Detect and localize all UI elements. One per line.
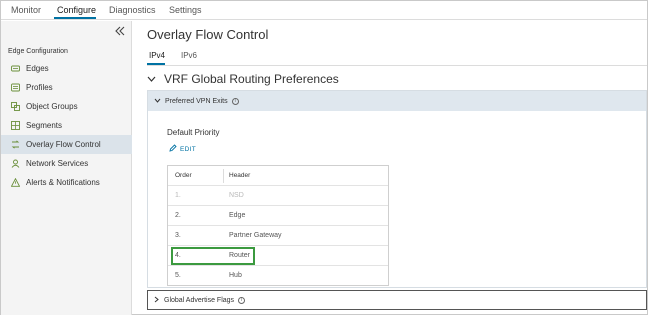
overlay-flow-icon [11, 140, 20, 149]
sidebar-item-label: Profiles [26, 83, 53, 92]
row-order: 3. [175, 232, 181, 239]
sidebar: Edge Configuration Edges Profiles Object… [1, 21, 132, 315]
column-header-header: Header [229, 172, 251, 179]
global-advertise-flags-header[interactable]: Global Advertise Flags i [147, 290, 647, 310]
tab-ipv6[interactable]: IPv6 [181, 51, 197, 60]
sidebar-item-label: Overlay Flow Control [26, 140, 101, 149]
profile-icon [11, 83, 20, 92]
sidebar-item-segments[interactable]: Segments [1, 116, 132, 135]
sidebar-item-network-services[interactable]: Network Services [1, 154, 132, 173]
row-header: NSD [229, 192, 244, 199]
info-icon[interactable]: i [231, 97, 239, 105]
default-priority-label: Default Priority [167, 128, 220, 137]
app-frame: Monitor Configure Diagnostics Settings E… [0, 0, 648, 315]
sidebar-item-label: Object Groups [26, 102, 78, 111]
chevron-right-icon [154, 296, 159, 305]
vrf-section-header[interactable]: VRF Global Routing Preferences [147, 72, 339, 86]
network-services-icon [11, 159, 20, 168]
row-order: 2. [175, 212, 181, 219]
main-content: Overlay Flow Control IPv4 IPv6 VRF Globa… [133, 21, 647, 315]
tab-ipv4[interactable]: IPv4 [149, 51, 165, 60]
table-row[interactable]: 4. Router [168, 246, 388, 266]
edit-button[interactable]: EDIT [169, 144, 196, 154]
double-chevron-left-icon[interactable] [113, 25, 127, 37]
sidebar-item-overlay-flow-control[interactable]: Overlay Flow Control [1, 135, 132, 154]
sidebar-item-label: Alerts & Notifications [26, 178, 100, 187]
tab-diagnostics[interactable]: Diagnostics [109, 5, 156, 15]
collapsed-section-title: Global Advertise Flags [164, 296, 235, 304]
row-header: Hub [229, 272, 242, 279]
edit-label: EDIT [180, 145, 197, 153]
row-order: 5. [175, 272, 181, 279]
sidebar-item-profiles[interactable]: Profiles [1, 78, 132, 97]
row-header: Edge [229, 212, 246, 219]
info-icon[interactable]: i [238, 296, 246, 304]
pencil-icon [169, 144, 177, 154]
panel-title: Preferred VPN Exits [165, 97, 228, 105]
sidebar-item-object-groups[interactable]: Object Groups [1, 97, 132, 116]
tabs-divider [147, 65, 647, 66]
table-row[interactable]: 5. Hub [168, 266, 388, 286]
sidebar-item-label: Network Services [26, 159, 89, 168]
segments-icon [11, 121, 20, 130]
sidebar-section-title: Edge Configuration [8, 48, 68, 55]
table-header-row: Order Header [168, 166, 388, 186]
row-header: Router [229, 252, 251, 259]
table-row[interactable]: 2. Edge [168, 206, 388, 226]
chevron-down-icon [147, 74, 156, 84]
column-separator [223, 169, 224, 183]
active-tab-indicator [54, 17, 96, 19]
sidebar-item-label: Segments [26, 121, 63, 130]
table-row: 1. NSD [168, 186, 388, 206]
table-row[interactable]: 3. Partner Gateway [168, 226, 388, 246]
chevron-down-icon [154, 98, 161, 105]
row-order: 1. [175, 192, 181, 199]
priority-table: Order Header 1. NSD 2. Edge 3. Partner G… [167, 165, 389, 286]
column-header-order: Order [175, 172, 192, 179]
sidebar-item-alerts-notifications[interactable]: Alerts & Notifications [1, 173, 132, 192]
tab-configure[interactable]: Configure [57, 5, 96, 15]
preferred-vpn-exits-panel: Preferred VPN Exits i Default Priority E… [147, 90, 647, 288]
sidebar-item-edges[interactable]: Edges [1, 59, 132, 78]
sidebar-item-label: Edges [26, 64, 49, 73]
edge-icon [11, 64, 20, 73]
alert-icon [11, 178, 20, 187]
row-header: Partner Gateway [229, 232, 282, 239]
tab-monitor[interactable]: Monitor [11, 5, 41, 15]
page-title: Overlay Flow Control [147, 27, 269, 42]
row-order: 4. [175, 252, 181, 259]
section-title: VRF Global Routing Preferences [164, 72, 339, 86]
panel-header[interactable]: Preferred VPN Exits i [148, 91, 646, 111]
top-nav: Monitor Configure Diagnostics Settings [1, 1, 647, 20]
tab-settings[interactable]: Settings [169, 5, 202, 15]
object-groups-icon [11, 102, 20, 111]
